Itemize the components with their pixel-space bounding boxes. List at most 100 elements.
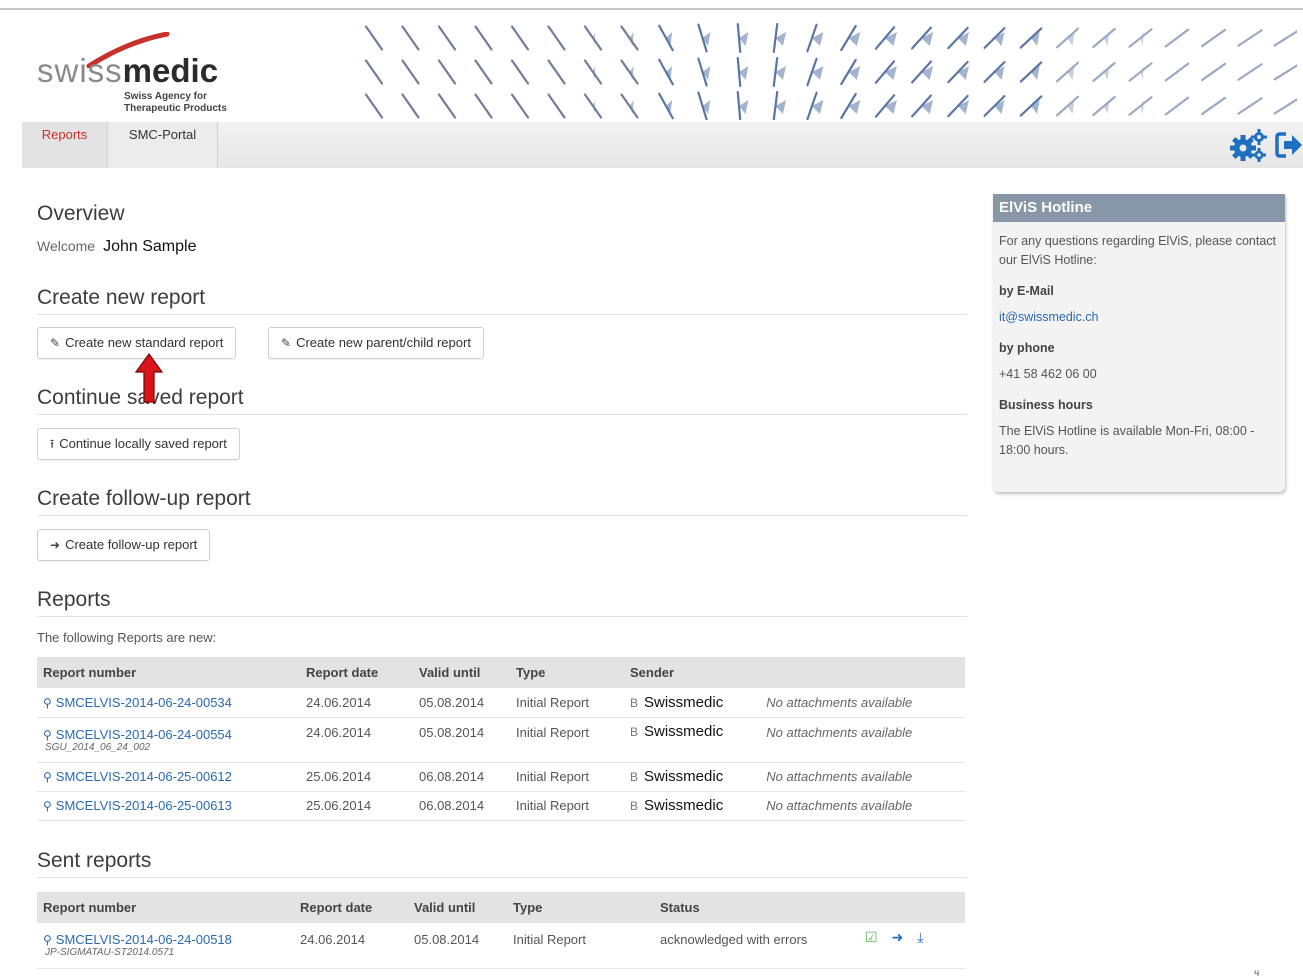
report-date: 25.06.2014 xyxy=(300,762,413,792)
report-type: Initial Report xyxy=(507,923,654,969)
pattern-stroke xyxy=(1164,62,1190,82)
create-follow-up-button[interactable]: ➜ Create follow-up report xyxy=(37,529,211,561)
pattern-stroke xyxy=(983,61,1006,83)
main-navbar: Reports SMC-Portal xyxy=(22,122,1303,168)
attachments-status: No attachments available xyxy=(760,717,965,763)
arrow-right-icon: ➜ xyxy=(50,538,61,552)
tab-reports[interactable]: Reports xyxy=(22,122,108,168)
site-header: swissmedic Swiss Agency for Therapeutic … xyxy=(0,10,1303,122)
pattern-stroke xyxy=(983,27,1006,49)
pattern-stroke xyxy=(658,92,674,120)
pattern-stroke xyxy=(547,93,566,119)
pattern-stroke xyxy=(1128,62,1153,82)
logout-icon[interactable] xyxy=(1274,130,1303,160)
pattern-stroke xyxy=(1019,95,1043,117)
forward-arrow-icon[interactable]: ➜ xyxy=(892,929,904,945)
pattern-stroke xyxy=(697,91,711,120)
valid-until: 06.08.2014 xyxy=(413,762,510,792)
sent-reports-section: Sent reports xyxy=(37,849,967,878)
pattern-stroke xyxy=(364,93,384,119)
valid-until: 05.08.2014 xyxy=(413,688,510,718)
pattern-stroke xyxy=(1092,27,1116,49)
col-status: Status xyxy=(654,892,859,923)
valid-until: 06.08.2014 xyxy=(413,791,510,821)
pattern-stroke xyxy=(736,22,749,54)
col-report-number: Report number xyxy=(37,892,294,923)
pattern-stroke xyxy=(806,57,824,87)
continue-saved-title: Continue saved report xyxy=(37,386,967,415)
continue-saved-section: Continue saved report xyxy=(37,386,967,415)
table-row: ⚲ SMCELVIS-2014-06-24-00534 24.06.2014 05… xyxy=(37,688,965,718)
pattern-stroke xyxy=(510,25,530,51)
attachments-status: No attachments available xyxy=(760,762,965,792)
create-new-title: Create new report xyxy=(37,286,967,315)
col-report-date: Report date xyxy=(294,892,408,923)
report-link[interactable]: ⚲ SMCELVIS-2014-06-24-00554 xyxy=(43,727,232,742)
pattern-stroke xyxy=(1019,61,1043,83)
valid-until: 05.08.2014 xyxy=(413,717,510,763)
pattern-stroke xyxy=(947,60,970,84)
swissmedic-logo[interactable]: swissmedic Swiss Agency for Therapeutic … xyxy=(37,28,257,118)
report-link[interactable]: ⚲ SMCELVIS-2014-06-25-00612 xyxy=(43,769,232,784)
gears-icon[interactable] xyxy=(1228,128,1268,164)
table-row: ⚲ SMCELVIS-2014-06-25-00612 25.06.2014 06… xyxy=(37,762,965,792)
hotline-hours-label: Business hours xyxy=(999,398,1093,412)
pattern-stroke xyxy=(1237,97,1263,115)
pattern-stroke xyxy=(806,23,824,53)
pattern-stroke xyxy=(840,24,861,52)
pattern-stroke xyxy=(806,91,824,120)
report-date: 24.06.2014 xyxy=(294,923,408,969)
search-icon: ⚲ xyxy=(43,727,52,742)
upload-icon: ⭱ xyxy=(50,437,55,451)
pattern-stroke xyxy=(840,92,861,120)
checkbox-icon[interactable]: ☑ xyxy=(865,929,878,945)
pattern-stroke xyxy=(983,95,1006,117)
hotline-email-link[interactable]: it@swissmedic.ch xyxy=(999,308,1279,327)
pattern-stroke xyxy=(911,26,934,50)
follow-up-section: Create follow-up report xyxy=(37,487,967,516)
reports-title: Reports xyxy=(37,588,967,617)
table-header-row: Report number Report date Valid until Ty… xyxy=(37,892,965,923)
sender: B Swissmedic xyxy=(624,791,761,821)
pattern-stroke xyxy=(364,59,384,85)
red-arrow-annotation-icon xyxy=(134,352,164,403)
pattern-stroke xyxy=(1273,98,1297,115)
pattern-stroke xyxy=(1200,96,1227,116)
pattern-stroke xyxy=(401,59,420,85)
pattern-stroke xyxy=(697,57,711,87)
report-date: 24.06.2014 xyxy=(300,717,413,763)
sender: B Swissmedic xyxy=(624,717,761,763)
hotline-hours: The ElViS Hotline is available Mon-Fri, … xyxy=(999,424,1255,457)
pattern-stroke xyxy=(772,91,787,120)
search-icon: ⚲ xyxy=(43,770,52,784)
report-link[interactable]: ⚲ SMCELVIS-2014-06-24-00518 xyxy=(43,932,232,947)
pattern-stroke xyxy=(474,59,493,85)
pattern-stroke xyxy=(583,25,603,51)
valid-until: 05.08.2014 xyxy=(408,923,507,969)
edit-icon: ✎ xyxy=(50,336,61,350)
welcome-label: Welcome xyxy=(37,238,96,254)
tab-smc-portal[interactable]: SMC-Portal xyxy=(108,122,218,168)
report-link[interactable]: ⚲ SMCELVIS-2014-06-25-00613 xyxy=(43,798,232,813)
pattern-stroke xyxy=(401,25,420,51)
logo-subtitle: Swiss Agency for Therapeutic Products xyxy=(124,91,227,114)
pattern-stroke xyxy=(1237,63,1263,81)
report-link[interactable]: ⚲ SMCELVIS-2014-06-24-00534 xyxy=(43,695,232,710)
create-parent-child-report-button[interactable]: ✎ Create new parent/child report xyxy=(268,327,484,359)
pattern-stroke xyxy=(547,59,566,85)
pattern-stroke xyxy=(947,26,970,50)
col-valid-until: Valid until xyxy=(413,657,510,688)
pattern-stroke xyxy=(736,90,749,120)
pattern-stroke xyxy=(510,93,530,119)
header-decorative-pattern xyxy=(364,22,1297,120)
pattern-stroke xyxy=(1128,28,1153,48)
pattern-stroke xyxy=(772,57,787,87)
pattern-stroke xyxy=(437,93,457,119)
continue-locally-saved-button[interactable]: ⭱ Continue locally saved report xyxy=(37,428,240,460)
col-actions xyxy=(859,892,965,923)
welcome-line: Welcome John Sample xyxy=(37,238,196,256)
table-row: ⚲ SMCELVIS-2014-06-24-00518 JP-SIGMATAU-ST… xyxy=(37,923,965,969)
pattern-stroke xyxy=(1273,30,1297,47)
download-icon[interactable]: ⤓ xyxy=(917,929,923,945)
create-new-section: Create new report xyxy=(37,286,967,315)
